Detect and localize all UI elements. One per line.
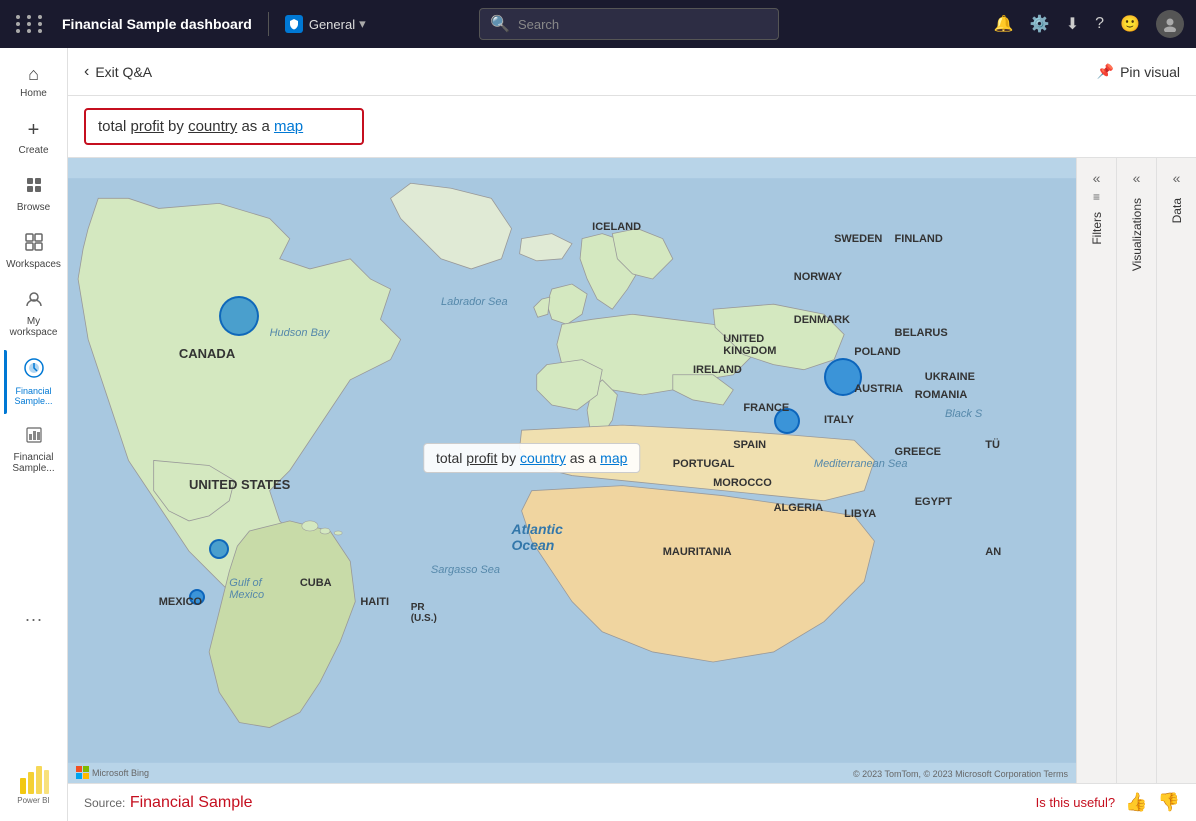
search-box[interactable]: 🔍 (479, 8, 779, 40)
pin-label: Pin visual (1120, 64, 1180, 80)
bottom-area: Source: Financial Sample Is this useful?… (68, 783, 1196, 821)
sidebar-item-browse[interactable]: Browse (4, 168, 64, 221)
query-section: total profit by country as a map (68, 96, 1196, 158)
filter-lines-icon: ≡ (1093, 190, 1100, 204)
qa-header: ‹ Exit Q&A 📌 Pin visual (68, 48, 1196, 96)
filters-panel-label: Filters (1090, 204, 1104, 253)
workspaces-icon (25, 233, 43, 256)
query-input-box[interactable]: total profit by country as a map (84, 108, 364, 145)
map-copyright: © 2023 TomTom, © 2023 Microsoft Corporat… (853, 769, 1068, 779)
query-text-by: by (164, 118, 188, 135)
viz-panel-label: Visualizations (1130, 190, 1144, 279)
feedback-icon[interactable]: 🙂 (1120, 14, 1140, 34)
viz-collapse-icon[interactable]: « (1129, 166, 1145, 190)
search-input[interactable] (518, 17, 768, 32)
bing-logo: Microsoft Bing (76, 766, 149, 779)
right-panels: « ≡ Filters « Visualizations « Data (1076, 158, 1196, 783)
source-section: Source: Financial Sample (84, 794, 253, 812)
map-panel-area: ICELAND SWEDEN FINLAND NORWAY DENMARK UN… (68, 158, 1196, 783)
exit-qna-button[interactable]: ‹ Exit Q&A (84, 63, 152, 81)
query-text-as-a: as a (237, 118, 274, 135)
sidebar-item-label: My workspace (8, 316, 60, 338)
more-button[interactable]: ··· (17, 601, 51, 638)
filters-collapse-icon[interactable]: « (1089, 166, 1105, 190)
source-label: Source: (84, 796, 125, 810)
world-map-svg (68, 158, 1076, 783)
sidebar-item-label: Financial Sample... (8, 452, 60, 474)
bubble-germany[interactable] (824, 358, 862, 396)
top-navigation: Financial Sample dashboard General ▾ 🔍 🔔… (0, 0, 1196, 48)
avatar[interactable] (1156, 10, 1184, 38)
browse-icon (25, 176, 43, 199)
thumbs-down-button[interactable]: 👎 (1158, 792, 1180, 813)
sidebar-item-financial1[interactable]: Financial Sample... (4, 350, 64, 414)
query-text-country: country (188, 118, 237, 135)
nav-badge: General ▾ (285, 15, 366, 33)
useful-label: Is this useful? (1036, 795, 1116, 810)
source-link[interactable]: Financial Sample (130, 794, 253, 811)
sidebar-item-create[interactable]: + Create (4, 111, 64, 164)
home-icon: ⌂ (28, 64, 39, 85)
shield-icon (285, 15, 303, 33)
data-panel-label: Data (1170, 190, 1184, 231)
search-icon: 🔍 (490, 14, 510, 34)
useful-section: Is this useful? 👍 👎 (1036, 792, 1180, 813)
gear-icon[interactable]: ⚙️ (1030, 14, 1050, 34)
sidebar-item-label: Home (20, 88, 47, 99)
powerbi-label: Power BI (17, 796, 49, 805)
exit-label: Exit Q&A (95, 64, 152, 80)
powerbi-brand-icon (18, 764, 50, 796)
bubble-canada[interactable] (219, 296, 259, 336)
apps-icon[interactable] (12, 11, 50, 37)
bell-icon[interactable]: 🔔 (994, 14, 1014, 34)
query-text-profit: profit (131, 118, 164, 135)
chevron-down-icon: ▾ (359, 16, 366, 32)
pin-icon: 📌 (1097, 63, 1114, 80)
sidebar-item-label: Browse (17, 202, 50, 213)
sidebar-item-home[interactable]: ⌂ Home (4, 56, 64, 107)
help-icon[interactable]: ? (1095, 15, 1104, 33)
data-panel: « Data (1156, 158, 1196, 783)
query-text-total: total (98, 118, 131, 135)
content-area: ‹ Exit Q&A 📌 Pin visual total profit by … (68, 48, 1196, 821)
bing-squares (76, 766, 89, 779)
nav-icons: 🔔 ⚙️ ⬇ ? 🙂 (994, 10, 1184, 38)
filters-panel: « ≡ Filters (1076, 158, 1116, 783)
financial-report-icon (25, 426, 43, 449)
nav-divider (268, 12, 269, 36)
main-layout: ⌂ Home + Create Browse Workspaces My wor… (0, 48, 1196, 821)
myworkspace-icon (25, 290, 43, 313)
powerbi-logo: Power BI (9, 756, 57, 813)
thumbs-up-button[interactable]: 👍 (1125, 792, 1147, 813)
sidebar-item-label: Financial Sample... (8, 386, 60, 406)
map-container[interactable]: ICELAND SWEDEN FINLAND NORWAY DENMARK UN… (68, 158, 1076, 783)
pin-visual-button[interactable]: 📌 Pin visual (1097, 63, 1180, 80)
sidebar-item-label: Create (18, 145, 48, 156)
visualizations-panel: « Visualizations (1116, 158, 1156, 783)
sidebar-item-label: Workspaces (6, 259, 61, 270)
bing-label: Microsoft Bing (92, 768, 149, 778)
bubble-france[interactable] (774, 408, 800, 434)
query-text-map: map (274, 118, 303, 135)
workspace-label[interactable]: General ▾ (309, 16, 366, 32)
left-sidebar: ⌂ Home + Create Browse Workspaces My wor… (0, 48, 68, 821)
sidebar-item-workspaces[interactable]: Workspaces (4, 225, 64, 278)
sidebar-item-myworkspace[interactable]: My workspace (4, 282, 64, 346)
financial-dashboard-icon (24, 358, 44, 383)
data-collapse-icon[interactable]: « (1169, 166, 1185, 190)
dashboard-title: Financial Sample dashboard (62, 16, 252, 32)
create-icon: + (28, 119, 40, 142)
download-icon[interactable]: ⬇ (1066, 14, 1079, 34)
back-icon: ‹ (84, 63, 89, 81)
sidebar-item-financial2[interactable]: Financial Sample... (4, 418, 64, 482)
